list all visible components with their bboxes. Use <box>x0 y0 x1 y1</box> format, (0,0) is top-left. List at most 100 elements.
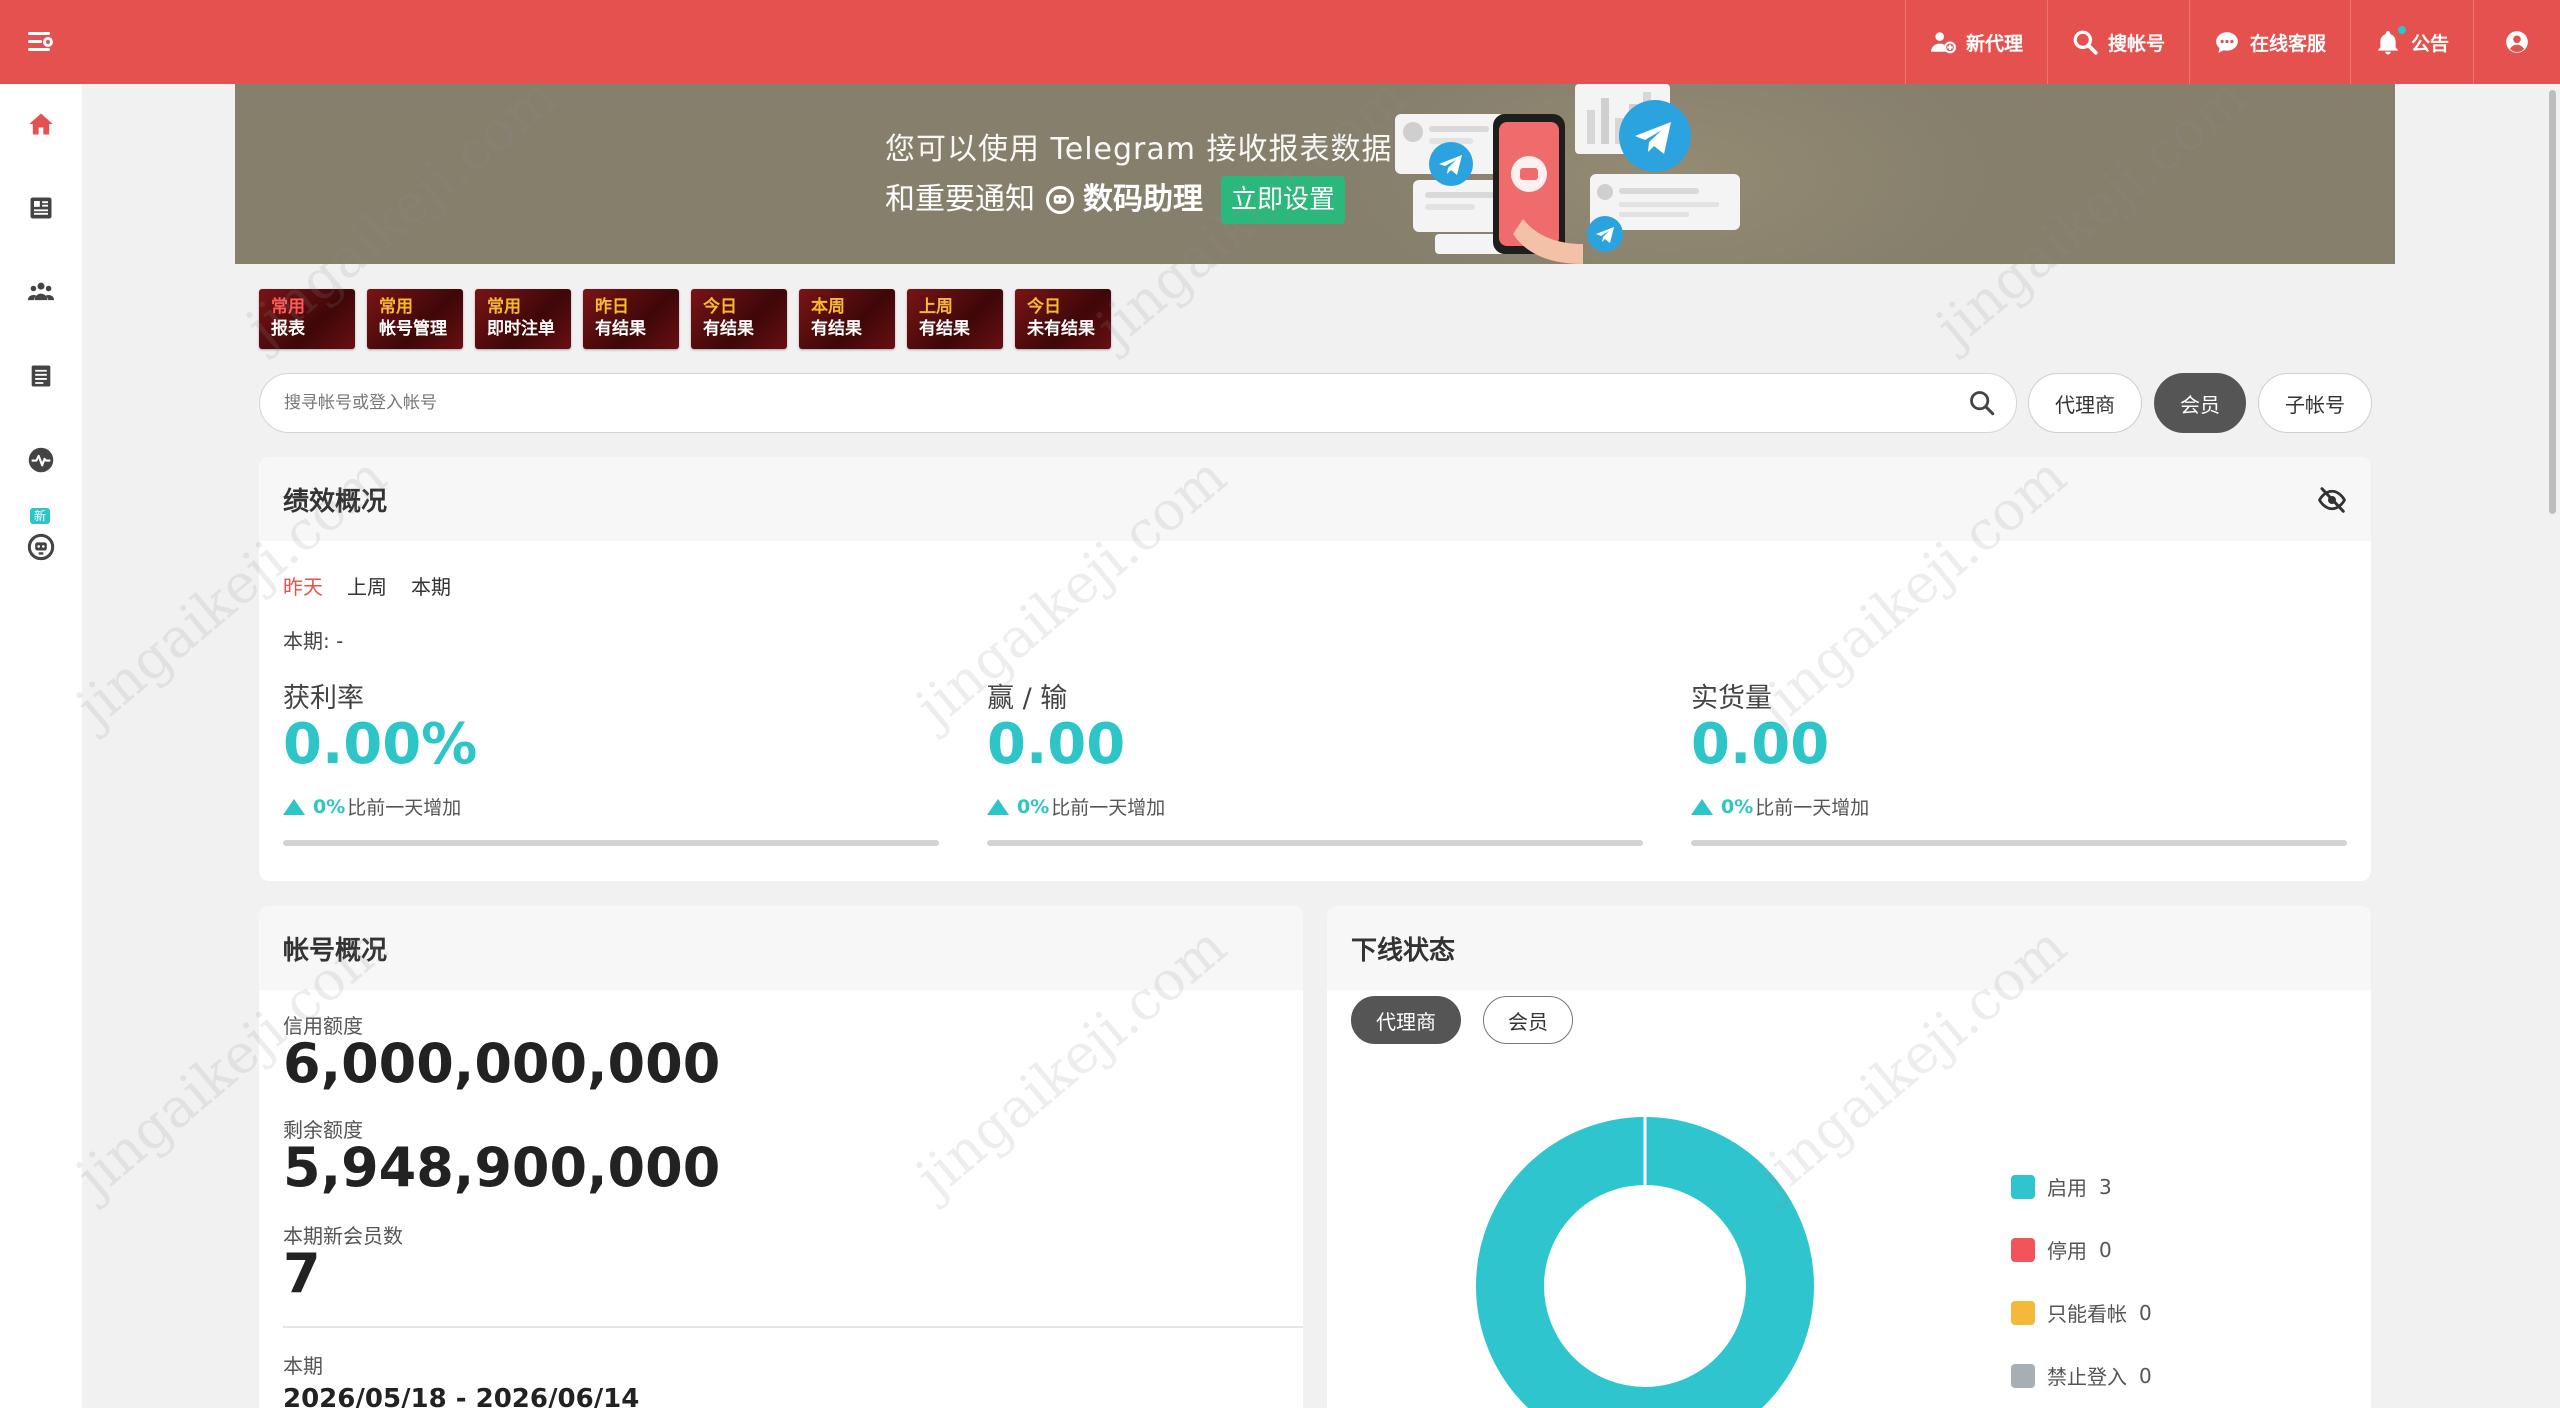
list-icon <box>31 365 51 387</box>
online-service-button[interactable]: 在线客服 <box>2188 0 2350 84</box>
sidebar-item-pulse[interactable] <box>0 430 82 490</box>
legend-view-only[interactable]: 只能看帐 0 <box>2011 1298 2152 1327</box>
legend-count: 3 <box>2099 1174 2112 1199</box>
sidebar-item-list[interactable] <box>0 346 82 406</box>
search-account-button[interactable]: 搜帐号 <box>2046 0 2189 84</box>
performance-header: 绩效概况 <box>259 457 2371 541</box>
accounts-card: 帐号概况 信用额度 6,000,000,000 剩余额度 5,948,900,0… <box>259 906 1303 1408</box>
legend-login-banned[interactable]: 禁止登入 0 <box>2011 1361 2152 1390</box>
credit-value: 6,000,000,000 <box>283 1032 721 1095</box>
shortcut-bottom: 有结果 <box>919 319 970 339</box>
change-text: 比前一天增加 <box>1755 797 1870 819</box>
bot-icon <box>1046 186 1074 214</box>
telegram-banner[interactable]: 您可以使用 Telegram 接收报表数据 和重要通知 数码助理 立即设置 <box>235 84 2395 264</box>
downline-title: 下线状态 <box>1351 935 1456 966</box>
type-subaccount-button[interactable]: 子帐号 <box>2258 373 2372 433</box>
legend-disabled[interactable]: 停用 0 <box>2011 1235 2112 1264</box>
shortcut-bottom: 有结果 <box>703 319 754 339</box>
tab-members[interactable]: 会员 <box>1483 996 1573 1044</box>
change-text: 比前一天增加 <box>1051 797 1166 819</box>
sidebar-item-team[interactable] <box>0 262 82 322</box>
eye-off-icon[interactable] <box>2317 485 2347 515</box>
period-value: 本期: - <box>283 629 344 653</box>
shortcut-this-week-settled[interactable]: 本周 有结果 <box>799 289 895 349</box>
sidebar-item-report[interactable] <box>0 178 82 238</box>
announcement-button[interactable]: 公告 <box>2349 0 2473 84</box>
up-triangle-icon <box>283 798 305 815</box>
period-range: 2026/05/18 - 2026/06/14 <box>283 1384 640 1408</box>
shortcut-bottom: 即时注单 <box>487 319 555 339</box>
tab-agents[interactable]: 代理商 <box>1351 996 1461 1044</box>
tab-this-period[interactable]: 本期 <box>411 571 451 600</box>
legend-enabled[interactable]: 启用 3 <box>2011 1172 2112 1201</box>
metric-label: 实货量 <box>1691 683 1772 714</box>
metric-value: 0.00% <box>283 712 478 777</box>
legend-swatch <box>2011 1237 2035 1262</box>
banner-line1: 您可以使用 Telegram 接收报表数据 <box>885 132 1393 167</box>
search-account-label: 搜帐号 <box>2107 32 2165 55</box>
metric-label: 获利率 <box>283 683 364 714</box>
tab-last-week[interactable]: 上周 <box>347 571 387 600</box>
downline-header: 下线状态 <box>1327 906 2371 990</box>
up-triangle-icon <box>1691 798 1713 815</box>
legend-label: 禁止登入 <box>2047 1365 2127 1389</box>
tab-yesterday[interactable]: 昨天 <box>283 571 323 600</box>
shortcut-bottom: 帐号管理 <box>379 319 447 339</box>
page-scrollbar[interactable] <box>2546 84 2560 1408</box>
sidebar-panel: 新 <box>0 84 82 1408</box>
metric-progress-bar <box>283 840 939 846</box>
home-icon <box>29 113 53 135</box>
shortcut-today-unsettled[interactable]: 今日 未有结果 <box>1015 289 1111 349</box>
metric-change: 0% 比前一天增加 <box>1691 793 2347 820</box>
banner-line2: 和重要通知 数码助理 立即设置 <box>885 176 1393 224</box>
shortcut-top: 昨日 <box>595 297 629 317</box>
change-percent: 0% <box>1017 795 1050 818</box>
pulse-icon <box>28 447 54 473</box>
search-icon[interactable] <box>1968 389 1996 417</box>
search-input[interactable] <box>284 374 1924 432</box>
sidebar-item-bot[interactable]: 新 <box>0 508 82 568</box>
top-actions: 新代理 搜帐号 在线客服 公告 <box>1904 0 2560 84</box>
banner-bot: 数码助理 <box>1045 178 1203 222</box>
shortcut-bottom: 未有结果 <box>1027 319 1095 339</box>
legend-swatch <box>2011 1174 2035 1199</box>
bell-icon <box>2378 31 2398 55</box>
donut-segment-enabled <box>1476 1117 1814 1408</box>
user-menu-button[interactable] <box>2473 0 2560 84</box>
metric-change: 0% 比前一天增加 <box>283 793 939 820</box>
legend-swatch <box>2011 1300 2035 1325</box>
metric-win-loss: 赢 / 输 0.00 0% 比前一天增加 <box>987 683 1643 846</box>
shortcut-top: 上周 <box>919 297 953 317</box>
shortcut-common-report[interactable]: 常用 报表 <box>259 289 355 349</box>
scrollbar-thumb[interactable] <box>2549 90 2556 514</box>
period-label: 本期 <box>283 1354 323 1378</box>
shortcut-today-settled[interactable]: 今日 有结果 <box>691 289 787 349</box>
new-members-value: 7 <box>283 1242 321 1305</box>
sidebar-item-home[interactable] <box>0 94 82 154</box>
shortcut-yesterday-settled[interactable]: 昨日 有结果 <box>583 289 679 349</box>
legend-swatch <box>2011 1363 2035 1388</box>
add-user-icon <box>1931 32 1956 54</box>
metric-profit-rate: 获利率 0.00% 0% 比前一天增加 <box>283 683 939 846</box>
chat-icon <box>2216 32 2238 53</box>
shortcut-bottom: 报表 <box>271 319 305 339</box>
type-member-button[interactable]: 会员 <box>2154 373 2246 433</box>
telegram-phone-illustration <box>1395 84 1740 264</box>
legend-label: 停用 <box>2047 1239 2087 1263</box>
menu-toggle-icon[interactable] <box>28 30 56 54</box>
notification-dot <box>2397 26 2406 34</box>
period-tabs: 昨天 上周 本期 <box>283 571 451 600</box>
shortcut-live-orders[interactable]: 常用 即时注单 <box>475 289 571 349</box>
remaining-value: 5,948,900,000 <box>283 1136 721 1199</box>
new-badge: 新 <box>30 508 51 524</box>
banner-line2-prefix: 和重要通知 <box>885 182 1035 217</box>
shortcut-last-week-settled[interactable]: 上周 有结果 <box>907 289 1003 349</box>
bot-icon <box>27 533 55 561</box>
banner-setup-button[interactable]: 立即设置 <box>1221 176 1346 224</box>
banner-bot-name: 数码助理 <box>1083 182 1203 217</box>
metric-value: 0.00 <box>1691 712 1830 777</box>
type-agent-button[interactable]: 代理商 <box>2028 373 2142 433</box>
shortcut-account-management[interactable]: 常用 帐号管理 <box>367 289 463 349</box>
new-agent-button[interactable]: 新代理 <box>1904 0 2047 84</box>
new-agent-label: 新代理 <box>1965 32 2023 55</box>
